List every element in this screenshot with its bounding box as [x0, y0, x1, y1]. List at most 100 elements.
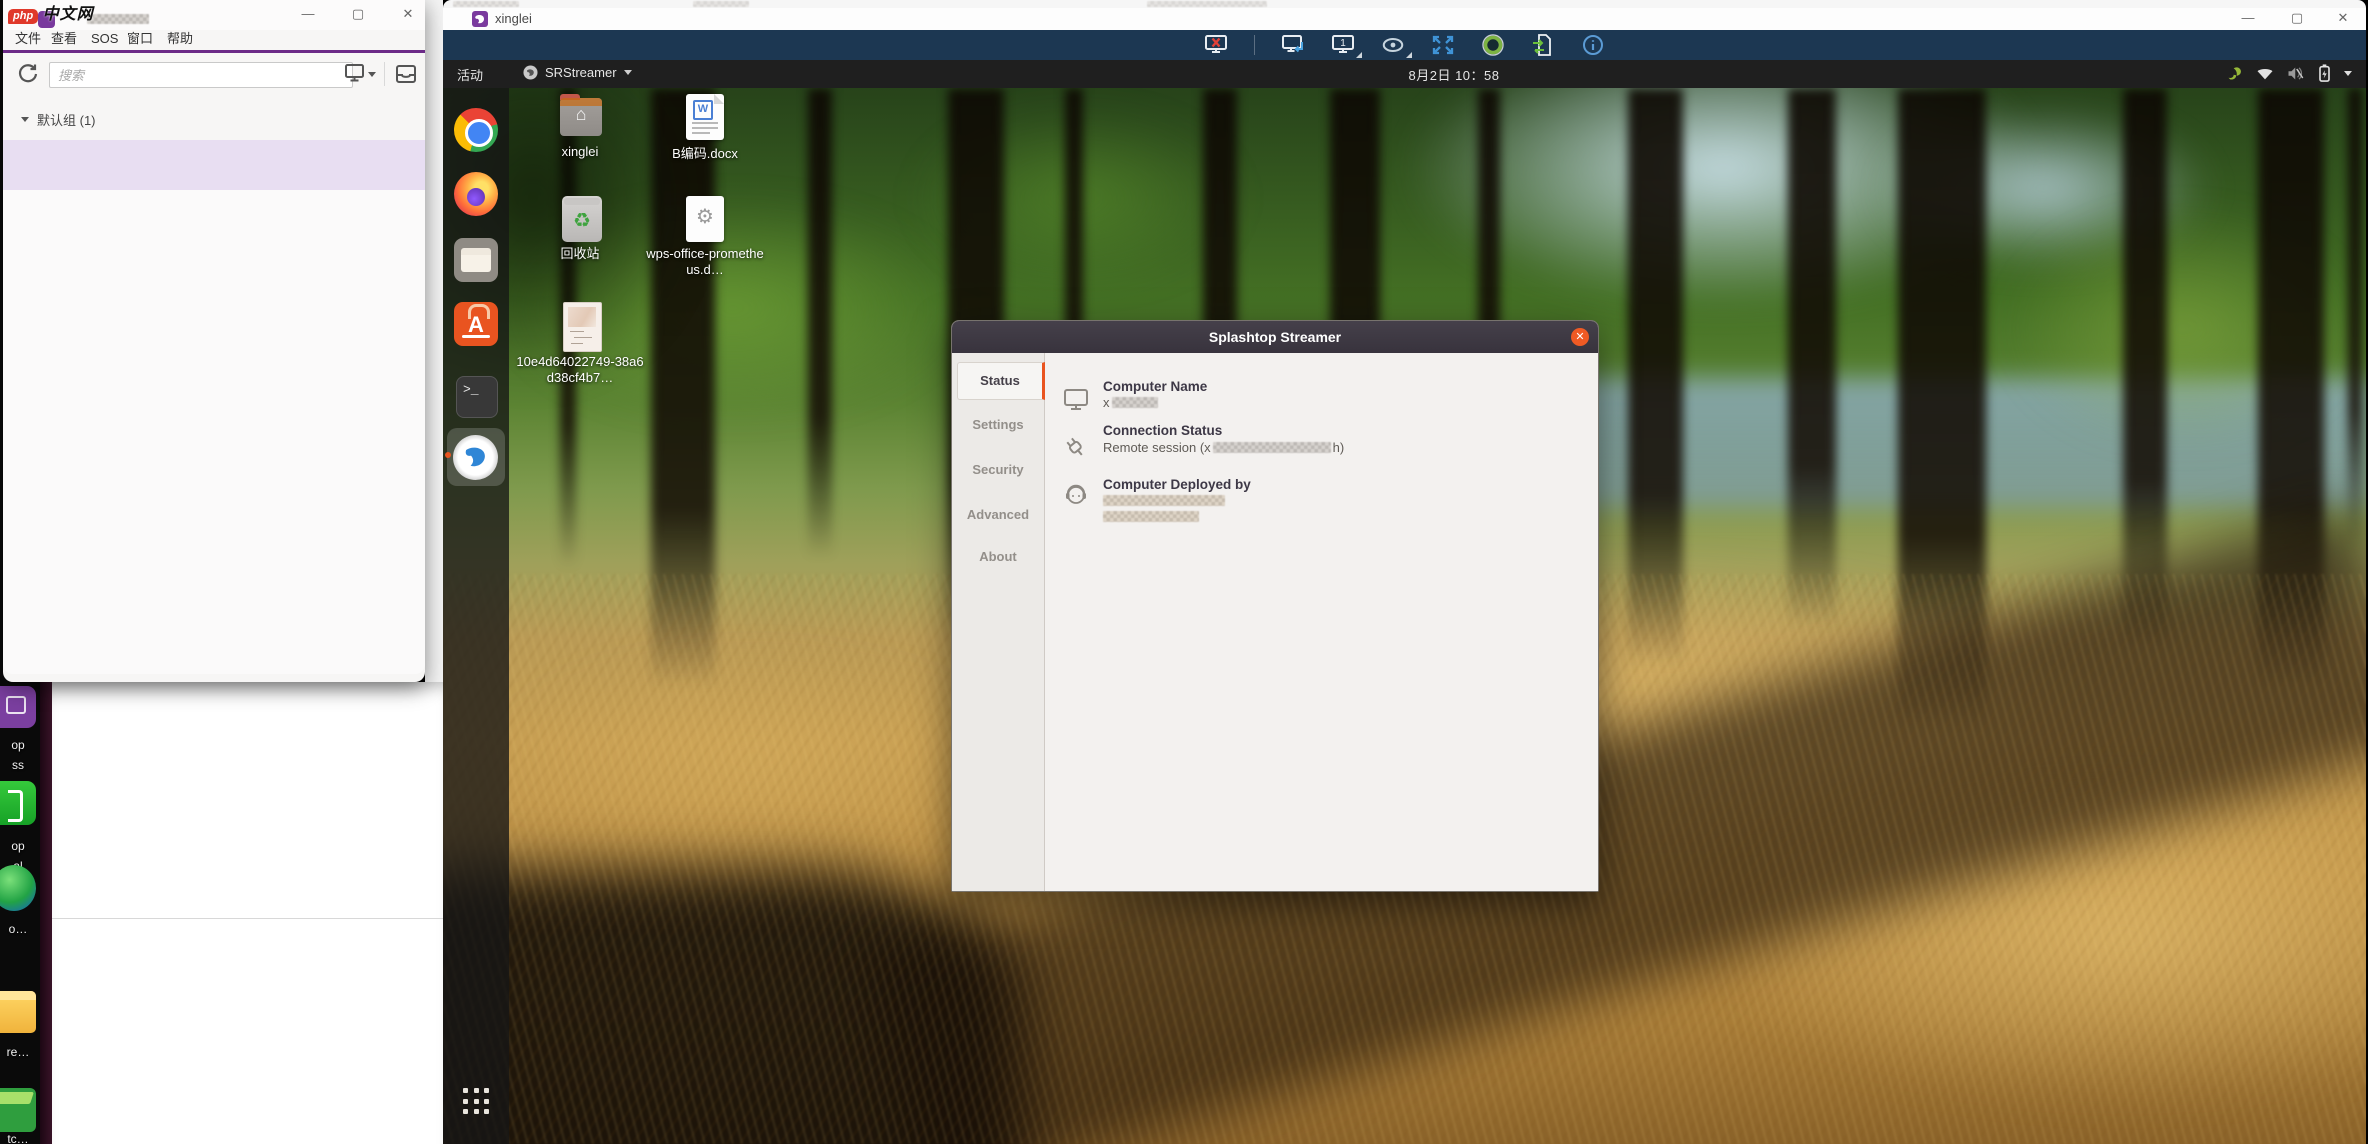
host-icon-label: re… — [6, 1045, 30, 1059]
running-indicator-dot — [445, 452, 451, 458]
trash-icon[interactable]: ♻ — [562, 196, 602, 242]
watermark: php 中文网 — [8, 0, 94, 24]
menu-window[interactable]: 窗口 — [127, 30, 153, 50]
terminal-icon[interactable]: >_ — [456, 376, 498, 418]
streamer-tray-icon — [2228, 66, 2241, 80]
background-gap — [425, 0, 443, 682]
group-header[interactable]: 默认组 (1) — [3, 108, 425, 134]
menu-help[interactable]: 帮助 — [167, 30, 193, 50]
info-icon[interactable] — [1581, 34, 1605, 56]
tree-trunk — [1788, 88, 1836, 628]
device-list-item[interactable]: Linux ↔ — [3, 140, 425, 333]
monitor-1-icon[interactable]: 1 — [1331, 34, 1362, 58]
tab-settings[interactable]: Settings — [952, 417, 1044, 432]
close-button[interactable]: ✕ — [393, 4, 423, 24]
remote-title: xinglei — [495, 11, 532, 26]
dock: A >_ — [443, 88, 509, 1144]
host-app-icon-green[interactable] — [0, 781, 36, 825]
remote-titlebar[interactable]: xinglei — ▢ ✕ — [443, 8, 2366, 31]
tab-status[interactable]: Status — [957, 362, 1045, 400]
streamer-title: Splashtop Streamer — [1208, 329, 1342, 345]
redacted-deployer-line1 — [1103, 495, 1225, 506]
chrome-icon[interactable] — [454, 108, 498, 152]
connection-status-icon — [1066, 437, 1083, 456]
app-grid-icon[interactable] — [463, 1088, 491, 1116]
view-options-icon[interactable] — [1381, 34, 1412, 58]
switch-monitor-icon[interactable] — [1281, 34, 1305, 56]
app-menu[interactable]: SRStreamer — [523, 65, 632, 80]
host-icon-label: op — [11, 738, 25, 752]
menu-sos[interactable]: SOS — [91, 30, 118, 50]
session-indicator-icon[interactable] — [1481, 34, 1505, 56]
tree-trunk — [2348, 88, 2362, 548]
host-window-edge — [40, 682, 52, 1144]
redacted-strip — [453, 1, 519, 7]
search-input[interactable] — [49, 62, 353, 88]
battery-icon — [2319, 64, 2330, 82]
srstreamer-icon — [523, 65, 538, 80]
desktop-icon-label[interactable]: 10e4d64022749-38a6d38cf4b7… — [513, 354, 647, 386]
dropdown-corner — [1356, 52, 1362, 58]
dropdown-corner — [1406, 52, 1412, 58]
files-icon[interactable] — [454, 238, 498, 282]
ubuntu-topbar: 活动 SRStreamer 8月2日 10：58 — [443, 60, 2366, 88]
monitor-select-icon[interactable] — [344, 63, 368, 85]
redacted-deployer-line2 — [1103, 511, 1199, 522]
inbox-icon[interactable] — [394, 62, 418, 86]
tab-advanced[interactable]: Advanced — [952, 507, 1044, 522]
watermark-site: 中文网 — [42, 6, 94, 23]
home-folder-icon[interactable]: ⌂ — [560, 94, 602, 136]
file-transfer-session-icon[interactable] — [1531, 34, 1555, 56]
menu-view[interactable]: 查看 — [51, 30, 77, 50]
redacted-strip — [1147, 1, 1267, 7]
docx-file-icon[interactable]: W — [686, 94, 724, 140]
accent-divider — [3, 50, 425, 53]
image-file-icon[interactable] — [563, 302, 602, 352]
host-icon-label: op — [11, 839, 25, 853]
remote-minimize-button[interactable]: — — [2233, 8, 2263, 28]
tab-about[interactable]: About — [952, 549, 1044, 564]
splashtop-app-icon — [472, 11, 488, 27]
redacted-window-title — [87, 14, 149, 24]
chevron-down-icon — [2344, 70, 2352, 76]
desktop-icon-label[interactable]: B编码.docx — [640, 146, 770, 162]
desktop-icon-label[interactable]: xinglei — [515, 144, 645, 160]
wps-file-icon[interactable]: ⚙ — [686, 196, 724, 242]
row-value: Remote session (x h) — [1103, 440, 1345, 455]
clock[interactable]: 8月2日 10：58 — [1409, 65, 1500, 84]
desktop-icon-label[interactable]: 回收站 — [515, 246, 645, 262]
divider — [52, 918, 443, 919]
host-icon-label: o… — [8, 922, 28, 936]
disconnect-icon[interactable] — [1204, 34, 1228, 56]
fullscreen-icon[interactable] — [1431, 34, 1455, 56]
splashtop-dock-icon[interactable] — [453, 435, 498, 480]
activities-button[interactable]: 活动 — [457, 65, 483, 84]
row-label: Connection Status — [1103, 423, 1223, 438]
minimize-button[interactable]: — — [293, 4, 323, 24]
streamer-close-button[interactable]: ✕ — [1571, 328, 1589, 346]
maximize-button[interactable]: ▢ — [343, 4, 373, 24]
system-tray[interactable] — [2226, 64, 2352, 82]
toolbar-divider — [384, 62, 385, 86]
volume-muted-icon — [2288, 66, 2304, 80]
desktop-icon-label[interactable]: wps-office-prometheus.d… — [643, 246, 767, 278]
host-icon-label: tc… — [7, 1132, 29, 1144]
ubuntu-software-icon[interactable]: A — [454, 302, 498, 346]
streamer-titlebar[interactable]: Splashtop Streamer — [952, 321, 1598, 353]
host-app-icon-box[interactable] — [0, 1088, 36, 1132]
collapse-icon[interactable] — [21, 117, 29, 122]
redacted-strip — [693, 1, 749, 7]
streamer-sidebar: Status Settings Security Advanced About — [952, 353, 1045, 891]
background-window — [52, 682, 443, 1144]
remote-close-button[interactable]: ✕ — [2328, 8, 2358, 28]
host-app-icon-purple[interactable] — [0, 686, 36, 728]
chevron-down-icon[interactable] — [368, 72, 376, 77]
tab-security[interactable]: Security — [952, 462, 1044, 477]
cn-menubar: 文件 查看 SOS 窗口 帮助 — [3, 30, 425, 50]
menu-file[interactable]: 文件 — [15, 30, 41, 50]
host-folder-icon[interactable] — [0, 991, 36, 1033]
remote-maximize-button[interactable]: ▢ — [2282, 8, 2312, 28]
refresh-icon[interactable] — [16, 62, 40, 86]
streamer-content: Computer Name x Connection Status Remote… — [1045, 353, 1598, 891]
firefox-icon[interactable] — [454, 172, 498, 216]
